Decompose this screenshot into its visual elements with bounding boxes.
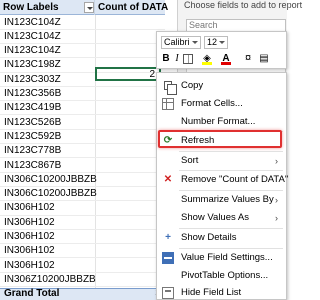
borders-icon[interactable] <box>183 54 193 64</box>
menu-item-number-format[interactable]: Number Format... <box>157 113 286 131</box>
selected-cell-value: 2 <box>149 69 155 80</box>
font-size-select[interactable]: 12 <box>204 36 228 49</box>
copy-icon <box>164 81 177 95</box>
menu-item-copy[interactable]: Copy <box>157 77 286 95</box>
fill-color-icon[interactable]: ◈ <box>201 52 213 65</box>
row-label: IN306Z10200JBBZB <box>4 273 96 285</box>
menu-item-remove[interactable]: ✕ Remove "Count of DATA" <box>157 171 289 189</box>
table-row[interactable]: IN123C867B <box>0 159 165 173</box>
row-label: IN306H102 <box>4 245 55 257</box>
menu-item-label: Remove "Count of DATA" <box>181 174 289 185</box>
hide-field-list-icon <box>162 287 174 299</box>
chevron-right-icon: › <box>275 195 278 205</box>
table-row[interactable]: IN123C419B <box>0 101 165 116</box>
row-label: IN306H102 <box>4 231 55 242</box>
row-label: IN123C526B <box>4 116 62 128</box>
menu-item-label: Sort <box>181 155 199 166</box>
context-menu: Copy Format Cells... Number Format... ⟳ … <box>156 72 289 300</box>
table-row[interactable]: IN123C592B <box>0 130 165 145</box>
table-row[interactable]: IN306C10200JBBZB <box>0 187 165 202</box>
row-label: IN306H102 <box>4 216 55 228</box>
row-label: IN123C104Z <box>4 30 61 42</box>
row-label: IN123C778B <box>4 145 62 157</box>
value-field-settings-icon <box>162 252 174 264</box>
row-label: IN123C104Z <box>4 16 61 28</box>
row-labels-filter-dropdown[interactable] <box>84 2 94 13</box>
table-row[interactable]: IN123C778B <box>0 144 165 159</box>
menu-item-label: Number Format... <box>181 116 256 127</box>
table-row[interactable]: IN306H102 <box>0 259 165 273</box>
font-color-icon[interactable]: A <box>221 52 231 65</box>
menu-item-show-details[interactable]: + Show Details <box>157 229 286 247</box>
menu-item-label: PivotTable Options... <box>181 270 269 281</box>
accounting-format-icon[interactable]: ¤ <box>243 52 253 65</box>
menu-item-sort[interactable]: Sort › <box>157 152 286 170</box>
menu-item-label: Value Field Settings... <box>181 252 273 263</box>
table-row[interactable]: IN306C10200JBBZB <box>0 173 165 187</box>
italic-icon[interactable]: I <box>173 52 181 65</box>
show-details-icon: + <box>165 232 171 243</box>
menu-item-label: Summarize Values By <box>181 194 274 205</box>
row-label: IN123C419B <box>4 102 62 114</box>
pivot-header-row: Row Labels Count of DATA <box>0 0 168 15</box>
table-row[interactable]: IN306Z10200JBBZB <box>0 273 165 288</box>
row-labels-header[interactable]: Row Labels <box>0 0 95 15</box>
row-label: IN306C10200JBBZB <box>4 173 97 185</box>
row-label: IN123C356B <box>4 88 62 99</box>
menu-item-label: Show Details <box>181 232 237 243</box>
pivot-table: Row Labels Count of DATA IN123C104Z IN123… <box>0 0 168 300</box>
table-row[interactable]: IN306H102 <box>0 201 165 216</box>
table-row[interactable]: IN123C104Z <box>0 16 165 30</box>
menu-item-show-values-as[interactable]: Show Values As › <box>157 209 286 227</box>
grand-total-row[interactable]: Grand Total 3 <box>0 288 165 300</box>
row-label: IN306H102 <box>4 202 55 214</box>
font-name-select[interactable]: Calibri <box>161 36 201 49</box>
mini-toolbar: Calibri 12 B I ◈ A ¤ ▤ <box>156 31 287 69</box>
table-row[interactable]: IN306H102 <box>0 216 165 230</box>
menu-item-label: Hide Field List <box>181 287 242 298</box>
row-label: IN306C10200JBBZB <box>4 188 97 200</box>
table-row[interactable]: IN306H102 <box>0 244 165 259</box>
row-label: IN123C198Z <box>4 59 61 71</box>
row-label: IN306H102 <box>4 259 55 271</box>
row-label: IN123C104Z <box>4 45 61 57</box>
format-cells-icon <box>162 98 174 110</box>
count-of-data-header[interactable]: Count of DATA <box>95 0 168 15</box>
menu-item-format-cells[interactable]: Format Cells... <box>157 95 286 113</box>
menu-item-hide-field-list[interactable]: Hide Field List <box>157 284 286 300</box>
menu-item-summarize[interactable]: Summarize Values By › <box>157 191 286 209</box>
grand-total-label: Grand Total <box>4 288 60 299</box>
bold-icon[interactable]: B <box>161 52 171 65</box>
remove-icon: ✕ <box>163 174 173 185</box>
table-row[interactable]: IN306H102 <box>0 230 165 245</box>
table-row[interactable]: IN123C104Z <box>0 44 165 59</box>
pane-header: Choose fields to add to report <box>184 0 303 10</box>
menu-item-label: Copy <box>181 80 204 91</box>
chevron-right-icon: › <box>275 156 278 166</box>
menu-item-pivottable-options[interactable]: PivotTable Options... <box>157 267 286 285</box>
menu-item-value-field-settings[interactable]: Value Field Settings... <box>157 249 286 267</box>
row-labels-header-text: Row Labels <box>3 2 59 13</box>
table-row[interactable]: IN123C526B <box>0 116 165 130</box>
table-row[interactable]: IN123C104Z <box>0 30 165 44</box>
menu-item-label: Format Cells... <box>181 98 243 109</box>
table-row[interactable]: IN123C356B <box>0 87 165 102</box>
chevron-right-icon: › <box>275 213 278 223</box>
table-format-icon[interactable]: ▤ <box>259 52 269 65</box>
selected-cell[interactable]: 2 <box>95 67 161 81</box>
row-label: IN123C592B <box>4 130 62 142</box>
menu-item-label: Show Values As <box>181 212 249 223</box>
refresh-highlight-box <box>158 130 282 148</box>
row-label: IN123C867B <box>4 159 62 171</box>
row-label: IN123C303Z <box>4 73 61 85</box>
